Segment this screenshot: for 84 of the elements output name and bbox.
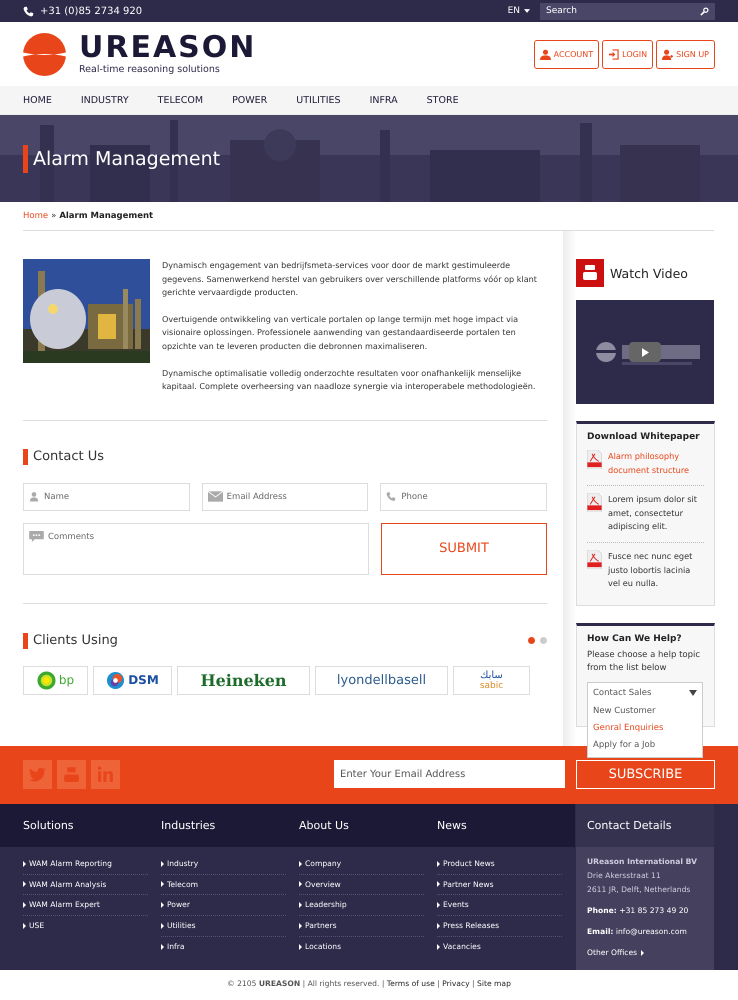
help-text: Please choose a help topic from the list below bbox=[587, 648, 702, 676]
page-title: Alarm Management bbox=[33, 148, 220, 170]
carousel-dot[interactable] bbox=[528, 637, 535, 644]
logo-icon bbox=[23, 32, 66, 76]
submit-button[interactable]: SUBMIT bbox=[381, 522, 547, 575]
whitepaper-link[interactable]: Fusce nec nunc eget justo lobortis lacinia vel eu nulla. bbox=[608, 550, 704, 591]
pdf-icon bbox=[587, 493, 602, 512]
play-button[interactable] bbox=[629, 342, 661, 362]
caret-icon bbox=[689, 690, 697, 696]
input-field[interactable]: Email Address bbox=[202, 482, 368, 511]
breadcrumb-separator: » bbox=[51, 211, 56, 221]
footer-heading: About Us bbox=[299, 818, 349, 832]
nav-item[interactable]: POWER bbox=[232, 94, 268, 106]
sunflower-icon bbox=[36, 670, 56, 690]
person-icon bbox=[540, 48, 551, 60]
accent-bar bbox=[23, 144, 28, 172]
logo-text: lyondellbasell bbox=[336, 672, 426, 688]
twitter-button[interactable] bbox=[23, 760, 52, 790]
section-title: Contact Us bbox=[33, 449, 104, 464]
nav-item[interactable]: UTILITIES bbox=[296, 94, 341, 106]
header-button[interactable]: SIGN UP bbox=[656, 40, 715, 68]
box-title: Download Whitepaper bbox=[587, 432, 701, 442]
phone-icon bbox=[386, 490, 396, 502]
accent-bar bbox=[23, 632, 28, 649]
dropdown-option[interactable]: Genral Enquiries bbox=[593, 720, 697, 737]
logo-name: UREASON bbox=[79, 32, 256, 64]
whitepaper-link[interactable]: Alarm philosophy document structure bbox=[608, 450, 704, 478]
pdf-icon bbox=[587, 550, 602, 569]
nav-item[interactable]: STORE bbox=[426, 94, 459, 106]
email-field[interactable]: Enter Your Email Address bbox=[334, 760, 565, 788]
footer-heading: Contact Details bbox=[587, 818, 672, 832]
box-title: How Can We Help? bbox=[587, 634, 683, 644]
phone-icon bbox=[23, 6, 34, 16]
logo-text: DSM bbox=[128, 673, 159, 688]
sidebar-title: Watch Video bbox=[610, 266, 688, 280]
footer-heading: Industries bbox=[161, 818, 216, 832]
paragraph: Dynamisch engagement van bedrijfsmeta-services voor door de markt gestimuleerde gegevens. Samenwerkend herstel van gebruikers over verschillende platforms vóór op klant gerichte vervaardigde producten. bbox=[162, 259, 538, 300]
input-field[interactable]: Phone bbox=[380, 482, 548, 511]
bird-icon bbox=[29, 766, 46, 784]
speech-bubble-icon bbox=[29, 530, 44, 542]
search-icon bbox=[700, 6, 709, 16]
breadcrumb-link[interactable]: Home bbox=[23, 211, 48, 221]
paragraph: Dynamische optimalisatie volledig onderzochte resultaten voor onafhankelijk menselijke kapitaal. Complete overheersing van naadloze synergie via interoperabele methodologieën. bbox=[162, 366, 536, 394]
video-icon bbox=[63, 766, 80, 784]
logo-text: bp bbox=[58, 673, 74, 688]
input-field[interactable]: Name bbox=[23, 482, 190, 511]
accent-bar bbox=[23, 448, 28, 465]
person-icon bbox=[29, 490, 39, 502]
nav-item[interactable]: INFRA bbox=[370, 94, 398, 106]
section-title: Clients Using bbox=[33, 633, 118, 648]
phone-number: +31 (0)85 2734 920 bbox=[40, 6, 142, 16]
dropdown-option[interactable]: Apply for a Job bbox=[593, 736, 697, 754]
play-icon bbox=[642, 348, 648, 356]
caret-icon bbox=[524, 9, 530, 13]
linkedin-icon bbox=[97, 766, 114, 784]
footer-heading: News bbox=[437, 818, 467, 832]
login-icon bbox=[608, 48, 620, 60]
pdf-icon bbox=[587, 450, 602, 469]
carousel-dot[interactable] bbox=[540, 637, 547, 644]
nav-item[interactable]: HOME bbox=[23, 94, 52, 106]
search-field[interactable]: Search bbox=[540, 2, 715, 20]
footer-heading: Solutions bbox=[23, 818, 74, 832]
swirl-icon bbox=[106, 670, 126, 690]
header-button[interactable]: ACCOUNT bbox=[534, 40, 600, 68]
dropdown[interactable]: Contact Sales bbox=[587, 682, 703, 704]
logo-text: سابك bbox=[480, 670, 503, 681]
header-button[interactable]: LOGIN bbox=[602, 40, 654, 68]
linkedin-button[interactable] bbox=[91, 760, 120, 790]
logo-text: Heineken bbox=[200, 670, 287, 690]
video-icon bbox=[576, 259, 604, 287]
dropdown-option[interactable]: New Customer bbox=[593, 702, 697, 720]
breadcrumb-current: Alarm Management bbox=[59, 211, 154, 221]
nav-item[interactable]: INDUSTRY bbox=[80, 94, 129, 106]
paragraph: Overtuigende ontwikkeling van verticale portalen op lange termijn met hoge impact via visionaire oplossingen. Professionele aanwending van gestandaardiseerde portalen ten opzichte van te leveren producten die debronnen maximaliseren. bbox=[162, 312, 520, 353]
whitepaper-link[interactable]: Lorem ipsum dolor sit amet, consectetur adipiscing elit. bbox=[608, 493, 704, 534]
nav-item[interactable]: TELECOM bbox=[158, 94, 204, 106]
person-add-icon bbox=[662, 48, 674, 60]
logo-text: sabic bbox=[480, 680, 504, 691]
envelope-icon bbox=[208, 490, 223, 502]
subscribe-button[interactable]: SUBSCRIBE bbox=[576, 760, 715, 790]
youtube-button[interactable] bbox=[57, 760, 86, 790]
comments-field[interactable]: Comments bbox=[23, 522, 369, 575]
language-selector[interactable]: EN bbox=[508, 6, 530, 16]
logo-tagline: Real-time reasoning solutions bbox=[79, 64, 221, 76]
